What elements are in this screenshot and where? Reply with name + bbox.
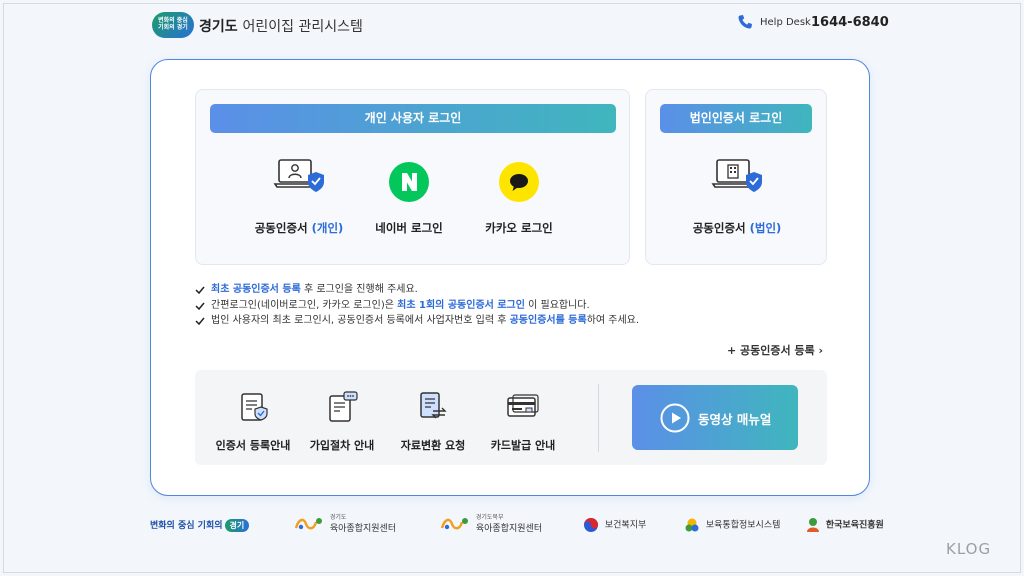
note-item: 법인 사용자의 최초 로그인시, 공동인증서 등록에서 사업자번호 입력 후 공… (195, 313, 639, 329)
footer-center-region: 경기도 (329, 514, 347, 521)
footer-gyeonggi-text: 변화의 중심 기회의 (150, 521, 223, 531)
footer-gyeonggi-logo[interactable]: 변화의 중심 기회의 경기 (150, 518, 250, 532)
help-desk-number: 1644-6840 (811, 15, 889, 30)
footer-center-region: 경기도북부 (475, 514, 504, 521)
app-title-region: 경기도 (199, 19, 238, 35)
kakao-icon (499, 162, 539, 202)
corp-login-title: 법인인증서 로그인 (660, 104, 812, 133)
personal-cert-label: 공동인증서 (개인) (239, 220, 359, 236)
guide-divider (598, 384, 599, 452)
note-text: 후 로그인을 진행해 주세요. (300, 284, 418, 295)
footer-kcpi-logo[interactable]: 한국보육진흥원 (806, 517, 884, 533)
laptop-user-shield-icon (273, 159, 324, 192)
data-conversion-request-button[interactable]: 자료변환 요청 (391, 389, 475, 452)
footer-kcpi-text: 한국보육진흥원 (825, 520, 884, 531)
check-icon (195, 317, 205, 326)
guide-label: 가입절차 안내 (309, 439, 375, 452)
footer-center-name: 육아종합지원센터 (329, 524, 397, 534)
footer-childcare-info-logo[interactable]: 보육통합정보시스템 (684, 517, 780, 533)
kakao-login-text: 카카오 로그인 (485, 221, 553, 235)
gyeonggi-logo[interactable]: 변화의 중심 기회의 경기 (152, 12, 194, 38)
note-text: 간편로그인(네이버로그인, 카카오 로그인)은 (211, 299, 398, 311)
childcare-info-icon (685, 518, 699, 532)
naver-login-text: 네이버 로그인 (375, 221, 443, 235)
note-text: 이 필요합니다. (524, 299, 590, 311)
kakao-login-label: 카카오 로그인 (459, 220, 579, 236)
personal-login-title: 개인 사용자 로그인 (210, 104, 616, 133)
app-title-system: 어린이집 관리시스템 (242, 19, 363, 35)
card-icon (507, 394, 539, 417)
login-notes: 최초 공동인증서 등록 후 로그인을 진행해 주세요. 간편로그인(네이버로그인… (195, 282, 639, 329)
note-item: 간편로그인(네이버로그인, 카카오 로그인)은 최초 1회의 공동인증서 로그인… (195, 298, 639, 314)
guide-label: 인증서 등록안내 (215, 439, 291, 452)
footer-north-center-logo[interactable]: 경기도북부 육아종합지원센터 (440, 514, 542, 534)
app-title: 경기도 어린이집 관리시스템 (199, 16, 363, 36)
note-emphasis: 공동인증서를 등록 (509, 315, 587, 326)
naver-login-label: 네이버 로그인 (349, 220, 469, 236)
personal-cert-highlight: (개인) (311, 221, 344, 235)
video-manual-button[interactable]: 동영상 매뉴얼 (632, 385, 798, 450)
laptop-building-shield-icon (711, 159, 762, 192)
logo-line-2: 기회의 경기 (158, 24, 188, 31)
guide-label: 자료변환 요청 (400, 439, 466, 452)
footer-center-name: 육아종합지원센터 (475, 524, 543, 534)
data-convert-icon (420, 392, 447, 419)
taegeuk-icon (584, 518, 598, 532)
footer-center-logo[interactable]: 경기도 육아종합지원센터 (294, 514, 396, 534)
kcpi-icon (807, 518, 819, 532)
note-text: 하여 주세요. (586, 315, 640, 326)
corp-cert-highlight: (법인) (749, 221, 782, 235)
cert-register-link[interactable]: + 공동인증서 등록 › (727, 342, 823, 358)
help-desk-label: Help Desk (760, 17, 811, 28)
personal-login-panel: 개인 사용자 로그인 공동인증서 (개인) 네이버 로그인 카카오 로그인 (195, 89, 630, 265)
personal-cert-text: 공동인증서 (254, 221, 312, 235)
check-icon (195, 302, 205, 310)
footer-north-center-text: 경기도북부 육아종합지원센터 (476, 514, 542, 534)
note-emphasis: 최초 공동인증서 등록 (211, 284, 301, 295)
guide-panel: 인증서 등록안내 가입절차 안내 자료변환 요청 카드발급 안내 동영상 매뉴얼 (195, 370, 827, 465)
note-item: 최초 공동인증서 등록 후 로그인을 진행해 주세요. (195, 282, 639, 298)
footer-childcare-info-text: 보육통합정보시스템 (705, 520, 781, 531)
corp-cert-text: 공동인증서 (692, 221, 750, 235)
corp-cert-label: 공동인증서 (법인) (677, 220, 797, 236)
naver-icon (389, 162, 429, 202)
cert-register-guide-button[interactable]: 인증서 등록안내 (211, 389, 295, 452)
signup-procedure-guide-button[interactable]: 가입절차 안내 (300, 389, 384, 452)
certificate-doc-icon (241, 393, 268, 421)
corp-login-panel: 법인인증서 로그인 공동인증서 (법인) (645, 89, 827, 265)
watermark: KLOG (946, 540, 992, 558)
logo-line-1: 변화의 중심 (158, 17, 188, 24)
footer-mohw-text: 보건복지부 (604, 520, 647, 531)
footer-mohw-logo[interactable]: 보건복지부 (583, 517, 646, 533)
note-emphasis: 최초 1회의 공동인증서 로그인 (397, 299, 525, 311)
video-manual-label: 동영상 매뉴얼 (698, 412, 772, 427)
play-icon (660, 403, 690, 433)
childcare-center-icon (440, 518, 468, 530)
footer-gyeonggi-pill: 경기 (224, 519, 250, 532)
note-text: 법인 사용자의 최초 로그인시, 공동인증서 등록에서 사업자번호 입력 후 (211, 315, 510, 326)
childcare-center-icon (294, 518, 322, 530)
guide-label: 카드발급 안내 (490, 439, 556, 452)
login-card: 개인 사용자 로그인 공동인증서 (개인) 네이버 로그인 카카오 로그인 법인… (150, 59, 870, 496)
phone-icon (738, 15, 752, 29)
check-icon (195, 286, 205, 295)
footer-center-text: 경기도 육아종합지원센터 (330, 514, 396, 534)
card-issuance-guide-button[interactable]: 카드발급 안내 (481, 389, 565, 452)
procedure-doc-icon (329, 391, 358, 422)
